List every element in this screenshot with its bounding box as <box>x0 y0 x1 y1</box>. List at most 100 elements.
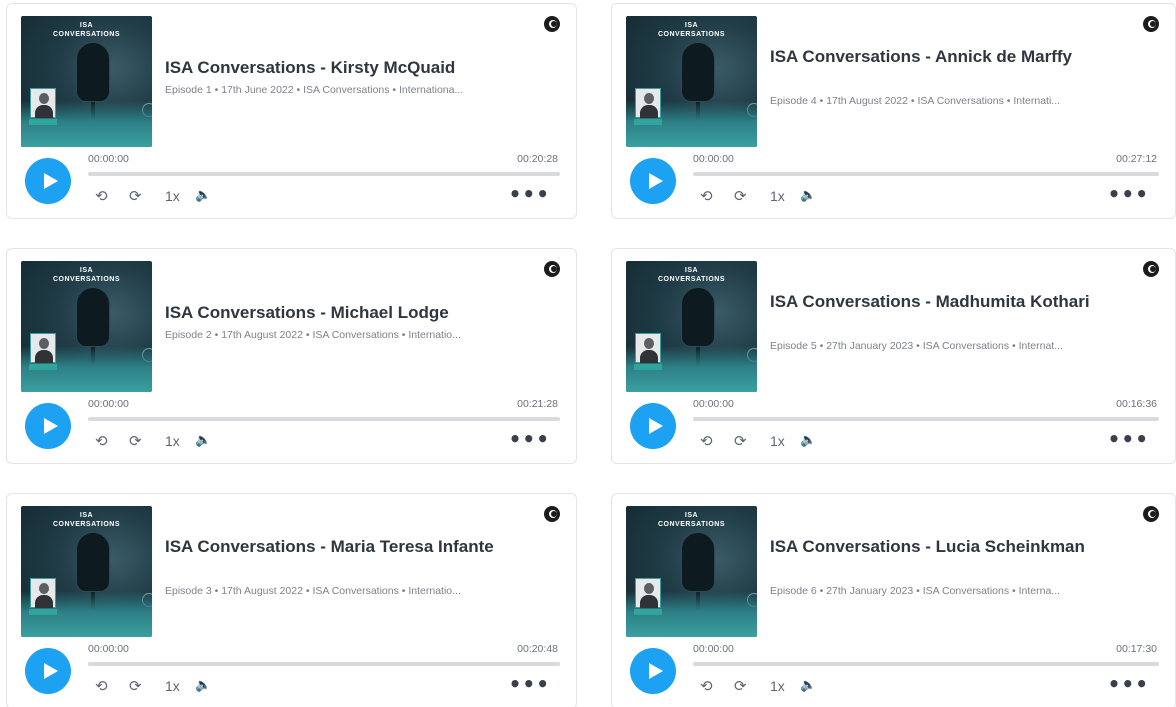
podcast-platform-logo-icon[interactable] <box>1143 261 1159 277</box>
duration: 00:20:48 <box>517 643 558 655</box>
fast-forward-icon[interactable]: ⟳ <box>734 431 747 451</box>
volume-icon[interactable]: 🔈 <box>195 431 211 451</box>
current-time: 00:00:00 <box>88 398 129 410</box>
episode-artwork[interactable]: ISA CONVERSATIONS <box>21 261 152 392</box>
artwork-brand-line2: CONVERSATIONS <box>52 31 121 38</box>
playback-rate-button[interactable]: 1x <box>770 431 785 451</box>
artwork-brand-line1: ISA <box>684 512 699 519</box>
rewind-icon[interactable]: ⟲ <box>95 431 108 451</box>
rewind-icon[interactable]: ⟲ <box>700 431 713 451</box>
podcast-platform-logo-icon[interactable] <box>544 506 560 522</box>
fast-forward-icon[interactable]: ⟳ <box>734 676 747 696</box>
episode-title[interactable]: ISA Conversations - Michael Lodge <box>165 302 560 324</box>
rewind-icon[interactable]: ⟲ <box>95 186 108 206</box>
artwork-brand-line2: CONVERSATIONS <box>657 276 726 283</box>
microphone-graphic <box>76 287 152 362</box>
fast-forward-icon[interactable]: ⟳ <box>129 676 142 696</box>
volume-icon[interactable]: 🔈 <box>800 186 816 206</box>
play-button[interactable] <box>630 648 676 694</box>
fast-forward-icon[interactable]: ⟳ <box>129 186 142 206</box>
play-button[interactable] <box>25 648 71 694</box>
episode-grid: ISA CONVERSATIONS ISA Conversations - Ki… <box>0 0 1176 707</box>
more-options-button[interactable]: ••• <box>509 674 550 694</box>
rewind-icon[interactable]: ⟲ <box>95 676 108 696</box>
more-options-button[interactable]: ••• <box>509 184 550 204</box>
rewind-icon[interactable]: ⟲ <box>700 676 713 696</box>
episode-artwork[interactable]: ISA CONVERSATIONS <box>626 506 757 637</box>
episode-meta: Episode 6 • 27th January 2023 • ISA Conv… <box>770 585 1061 597</box>
playback-rate-button[interactable]: 1x <box>165 431 180 451</box>
artwork-brand-line1: ISA <box>79 22 94 29</box>
podcast-platform-logo-icon[interactable] <box>544 261 560 277</box>
fast-forward-icon[interactable]: ⟳ <box>129 431 142 451</box>
episode-artwork[interactable]: ISA CONVERSATIONS <box>21 506 152 637</box>
episode-title[interactable]: ISA Conversations - Madhumita Kothari <box>770 291 1165 313</box>
episode-card: ISA CONVERSATIONS ISA Conversations - Lu… <box>611 493 1176 707</box>
rewind-icon[interactable]: ⟲ <box>700 186 713 206</box>
guest-photo <box>635 88 661 118</box>
more-options-button[interactable]: ••• <box>1108 674 1149 694</box>
progress-bar[interactable] <box>693 172 1159 176</box>
progress-bar[interactable] <box>88 662 560 666</box>
episode-title[interactable]: ISA Conversations - Maria Teresa Infante <box>165 536 560 558</box>
podcast-platform-logo-icon[interactable] <box>544 16 560 32</box>
episode-card: ISA CONVERSATIONS ISA Conversations - Ma… <box>6 493 577 707</box>
artwork-brand-line1: ISA <box>79 267 94 274</box>
guest-photo <box>30 88 56 118</box>
playback-rate-button[interactable]: 1x <box>770 676 785 696</box>
progress-bar[interactable] <box>693 662 1159 666</box>
more-options-button[interactable]: ••• <box>509 429 550 449</box>
guest-photo <box>30 333 56 363</box>
play-button[interactable] <box>25 403 71 449</box>
current-time: 00:00:00 <box>693 643 734 655</box>
play-button[interactable] <box>630 403 676 449</box>
duration: 00:16:36 <box>1116 398 1157 410</box>
more-options-button[interactable]: ••• <box>1108 429 1149 449</box>
artwork-brand-line2: CONVERSATIONS <box>52 521 121 528</box>
play-button[interactable] <box>630 158 676 204</box>
progress-bar[interactable] <box>88 172 560 176</box>
duration: 00:27:12 <box>1116 153 1157 165</box>
guest-photo <box>635 333 661 363</box>
episode-card: ISA CONVERSATIONS ISA Conversations - Ki… <box>6 3 577 219</box>
fast-forward-icon[interactable]: ⟳ <box>734 186 747 206</box>
artwork-brand-line1: ISA <box>684 267 699 274</box>
episode-meta: Episode 5 • 27th January 2023 • ISA Conv… <box>770 340 1063 352</box>
podcast-platform-logo-icon[interactable] <box>1143 16 1159 32</box>
guest-photo <box>30 578 56 608</box>
playback-rate-button[interactable]: 1x <box>770 186 785 206</box>
duration: 00:20:28 <box>517 153 558 165</box>
duration: 00:17:30 <box>1116 643 1157 655</box>
playback-rate-button[interactable]: 1x <box>165 676 180 696</box>
microphone-graphic <box>681 287 757 362</box>
more-options-button[interactable]: ••• <box>1108 184 1149 204</box>
episode-meta: Episode 4 • 17th August 2022 • ISA Conve… <box>770 95 1061 107</box>
artwork-brand-line1: ISA <box>79 512 94 519</box>
episode-meta: Episode 1 • 17th June 2022 • ISA Convers… <box>165 84 464 96</box>
volume-icon[interactable]: 🔈 <box>195 676 211 696</box>
episode-meta: Episode 2 • 17th August 2022 • ISA Conve… <box>165 329 461 341</box>
progress-bar[interactable] <box>88 417 560 421</box>
episode-artwork[interactable]: ISA CONVERSATIONS <box>21 16 152 147</box>
episode-card: ISA CONVERSATIONS ISA Conversations - Ma… <box>611 248 1176 464</box>
episode-artwork[interactable]: ISA CONVERSATIONS <box>626 16 757 147</box>
episode-artwork[interactable]: ISA CONVERSATIONS <box>626 261 757 392</box>
current-time: 00:00:00 <box>693 153 734 165</box>
volume-icon[interactable]: 🔈 <box>800 431 816 451</box>
artwork-brand-line2: CONVERSATIONS <box>52 276 121 283</box>
episode-title[interactable]: ISA Conversations - Lucia Scheinkman <box>770 536 1165 558</box>
volume-icon[interactable]: 🔈 <box>195 186 211 206</box>
progress-bar[interactable] <box>693 417 1159 421</box>
episode-meta: Episode 3 • 17th August 2022 • ISA Conve… <box>165 585 461 597</box>
episode-card: ISA CONVERSATIONS ISA Conversations - An… <box>611 3 1176 219</box>
microphone-graphic <box>681 532 757 607</box>
guest-nameplate <box>634 609 662 615</box>
volume-icon[interactable]: 🔈 <box>800 676 816 696</box>
episode-title[interactable]: ISA Conversations - Kirsty McQuaid <box>165 57 560 79</box>
current-time: 00:00:00 <box>88 153 129 165</box>
guest-nameplate <box>29 119 57 125</box>
play-button[interactable] <box>25 158 71 204</box>
episode-title[interactable]: ISA Conversations - Annick de Marffy <box>770 46 1165 68</box>
playback-rate-button[interactable]: 1x <box>165 186 180 206</box>
podcast-platform-logo-icon[interactable] <box>1143 506 1159 522</box>
